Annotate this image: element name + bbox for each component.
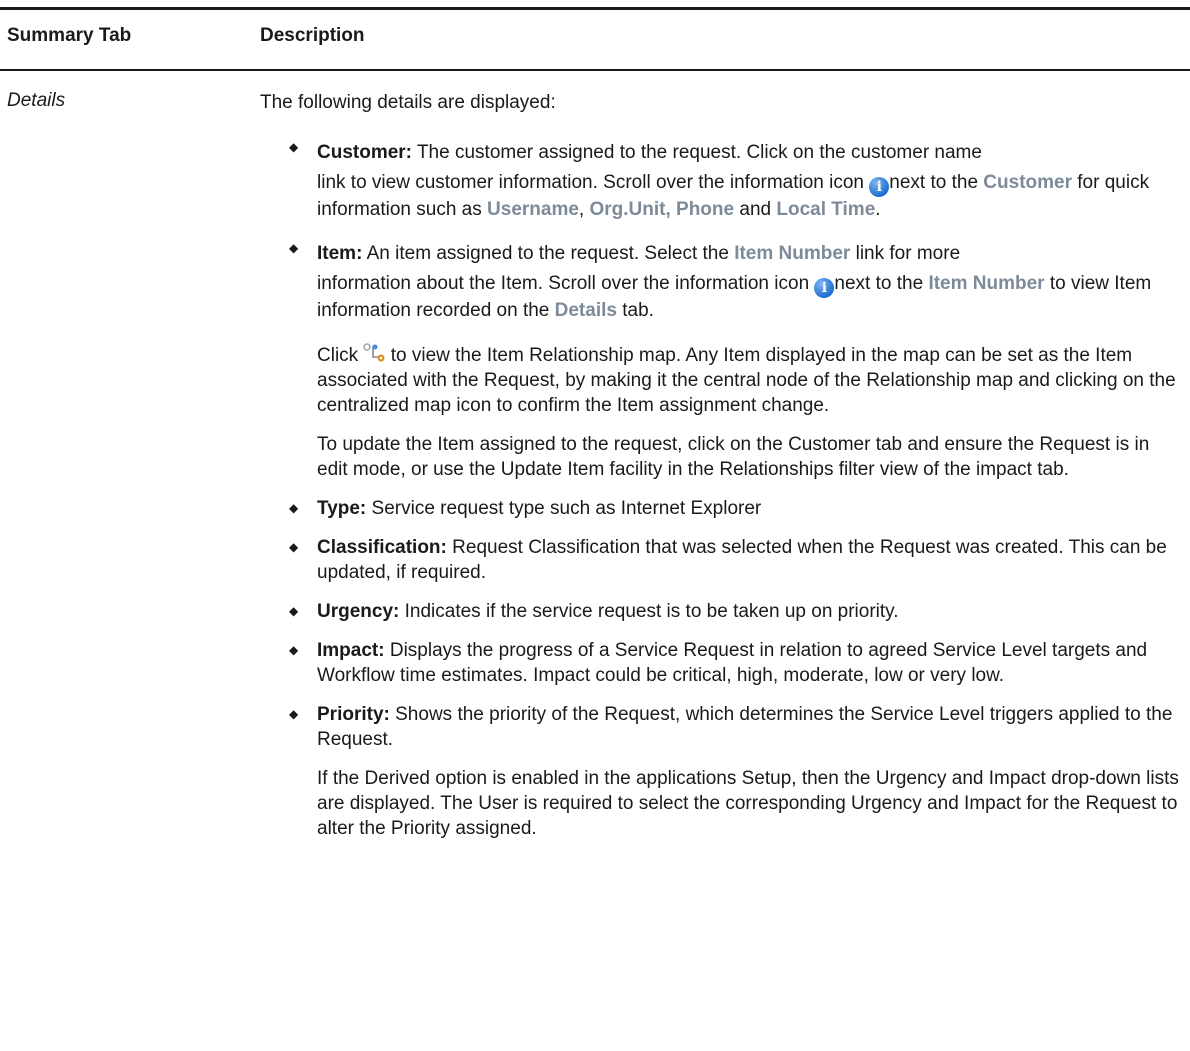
column-header-summary-tab: Summary Tab xyxy=(7,25,132,46)
details-list: ◆ Customer: The customer assigned to the… xyxy=(260,135,1180,841)
ui-label-details: Details xyxy=(554,300,617,321)
term-classification: Classification: xyxy=(317,537,447,558)
info-icon[interactable]: i xyxy=(814,278,835,298)
term-customer: Customer: xyxy=(317,142,413,163)
list-item-urgency: ◆ Urgency: Indicates if the service requ… xyxy=(289,601,899,622)
header-rule xyxy=(0,69,1190,71)
ui-label-customer: Customer xyxy=(983,172,1072,193)
item-relationship-paragraph: Click to view the Item Relationship map.… xyxy=(317,343,1176,416)
ui-label-username: Username xyxy=(487,199,579,220)
ui-label-item-number: Item Number xyxy=(734,243,851,264)
column-header-description: Description xyxy=(260,25,365,46)
term-priority: Priority: xyxy=(317,704,390,725)
bullet-icon: ◆ xyxy=(289,643,299,657)
list-item-type: ◆ Type: Service request type such as Int… xyxy=(289,498,762,519)
info-icon[interactable]: i xyxy=(869,177,890,197)
bullet-icon: ◆ xyxy=(289,241,299,255)
bullet-icon: ◆ xyxy=(289,140,299,154)
relationship-map-icon[interactable] xyxy=(363,343,385,363)
term-impact: Impact: xyxy=(317,640,385,661)
ui-label-orgunit-phone: Org.Unit, Phone xyxy=(589,199,735,220)
ui-label-item-number: Item Number xyxy=(928,273,1045,294)
document-table: Summary Tab Description Details The foll… xyxy=(0,0,1190,1051)
term-type: Type: xyxy=(317,498,367,519)
row-label-details: Details xyxy=(7,90,66,111)
list-item-impact: ◆ Impact: Displays the progress of a Ser… xyxy=(289,640,1148,686)
description-cell: The following details are displayed: ◆ C… xyxy=(260,90,1180,855)
bullet-icon: ◆ xyxy=(289,604,299,618)
list-item-priority: ◆ Priority: Shows the priority of the Re… xyxy=(289,704,1179,839)
term-item: Item: xyxy=(317,243,363,264)
intro-text: The following details are displayed: xyxy=(260,92,556,113)
table-top-rule xyxy=(0,7,1190,10)
list-item-classification: ◆ Classification: Request Classification… xyxy=(289,537,1167,583)
bullet-icon: ◆ xyxy=(289,540,299,554)
term-urgency: Urgency: xyxy=(317,601,400,622)
bullet-icon: ◆ xyxy=(289,707,299,721)
item-update-paragraph: To update the Item assigned to the reque… xyxy=(317,434,1150,480)
list-item-customer: ◆ Customer: The customer assigned to the… xyxy=(260,135,1180,222)
list-item-item: ◆ Item: An item assigned to the request.… xyxy=(260,236,1180,482)
ui-label-local-time: Local Time xyxy=(776,199,876,220)
priority-derived-paragraph: If the Derived option is enabled in the … xyxy=(317,768,1179,839)
bullet-icon: ◆ xyxy=(289,501,299,515)
